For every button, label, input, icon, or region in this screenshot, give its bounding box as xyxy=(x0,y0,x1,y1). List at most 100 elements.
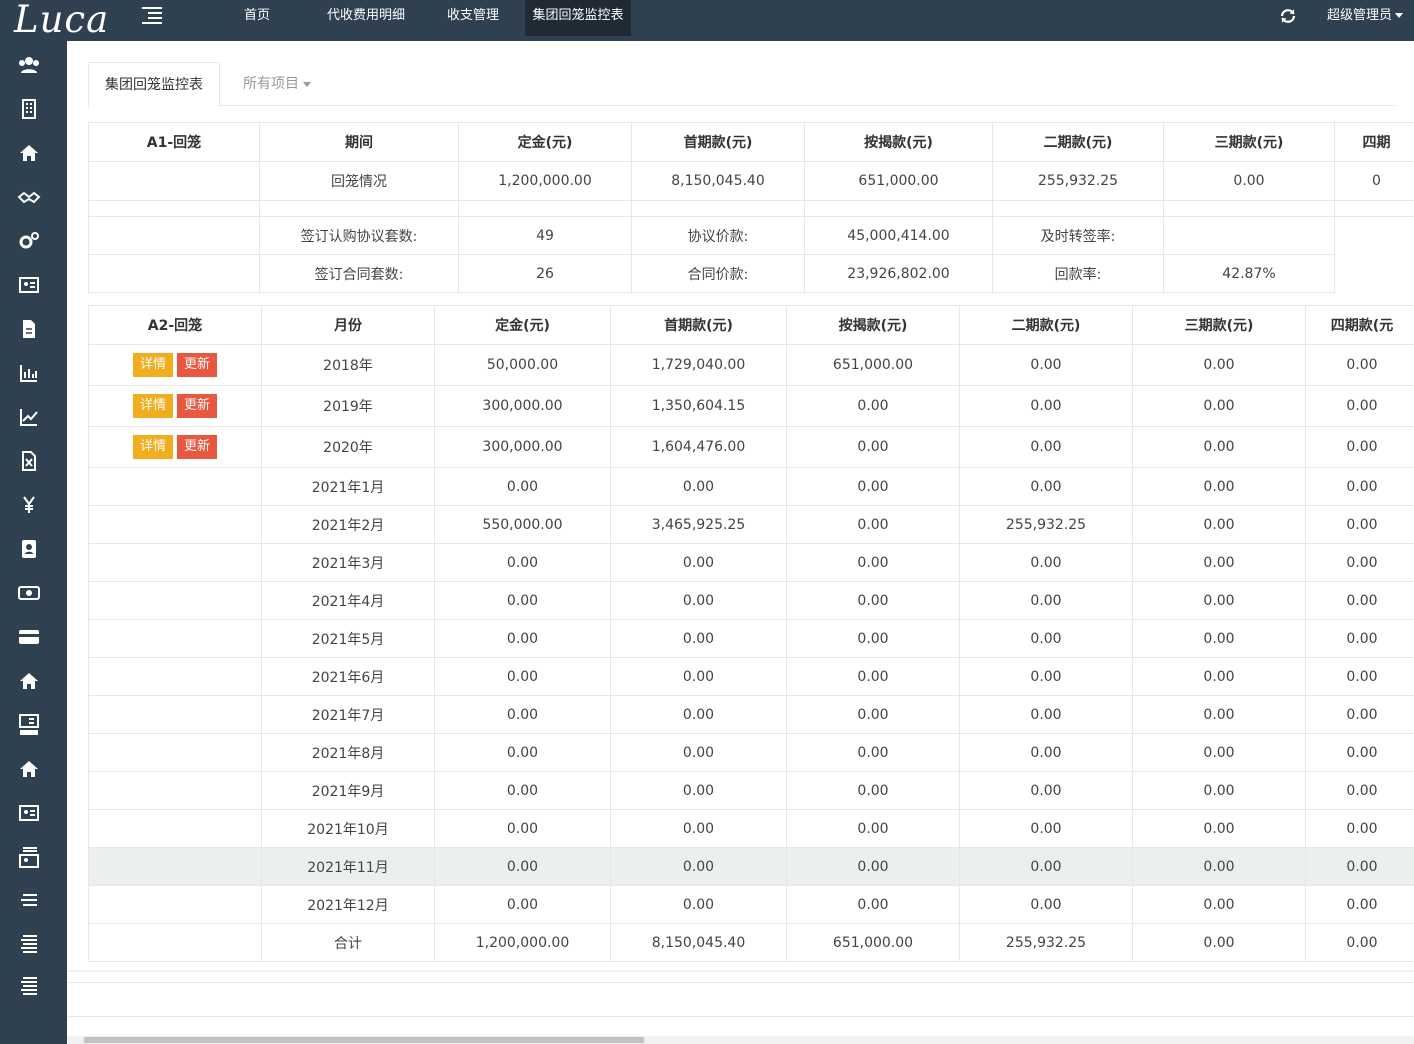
a1-cell xyxy=(88,161,260,201)
yen-icon[interactable] xyxy=(17,493,41,517)
tab-group-monitor[interactable]: 集团回笼监控表 xyxy=(88,62,220,107)
detail-button[interactable]: 详情 xyxy=(132,353,173,377)
amount-cell: 0.00 xyxy=(1305,885,1414,924)
a1-spacer-cell xyxy=(259,200,459,217)
nav-fee-details[interactable]: 代收费用明细 xyxy=(316,0,416,36)
id-card-list-icon[interactable] xyxy=(17,713,41,737)
nav-home[interactable]: 首页 xyxy=(232,0,282,36)
a1-summary-cell xyxy=(88,216,260,255)
update-button[interactable]: 更新 xyxy=(177,435,218,459)
list-lines-icon[interactable] xyxy=(17,933,41,957)
amount-cell: 0.00 xyxy=(959,543,1133,582)
amount-cell: 0.00 xyxy=(786,885,960,924)
building-icon[interactable] xyxy=(17,97,41,121)
tab-bar: 集团回笼监控表 所有项目 xyxy=(88,62,1396,107)
home-icon[interactable] xyxy=(17,669,41,693)
a1-cell: 0 xyxy=(1334,161,1414,201)
amount-cell: 0.00 xyxy=(434,695,611,734)
update-button[interactable]: 更新 xyxy=(177,353,218,377)
file-icon[interactable] xyxy=(17,317,41,341)
amount-cell: 0.00 xyxy=(1305,426,1414,468)
list-icon[interactable] xyxy=(17,889,41,913)
table-row: 详情 更新 2019年 300,000.00 1,350,604.15 0.00 0.00 0… xyxy=(88,385,1414,427)
home-icon[interactable] xyxy=(17,141,41,165)
month-cell: 2021年3月 xyxy=(261,543,435,582)
table-row: 详情 更新 2018年 50,000.00 1,729,040.00 651,000.00… xyxy=(88,344,1414,386)
nav-income-expense[interactable]: 收支管理 xyxy=(438,0,508,36)
amount-cell: 3,465,925.25 xyxy=(610,505,787,544)
row-actions xyxy=(88,657,262,696)
list-card-icon[interactable] xyxy=(17,845,41,869)
tab-all-projects-label: 所有项目 xyxy=(243,76,299,92)
row-actions: 详情 更新 xyxy=(88,426,262,468)
home-icon[interactable] xyxy=(17,757,41,781)
amount-cell: 0.00 xyxy=(1132,771,1306,810)
update-button[interactable]: 更新 xyxy=(177,394,218,418)
amount-cell: 0.00 xyxy=(786,733,960,772)
user-menu[interactable]: 超级管理员 xyxy=(1327,0,1404,32)
row-actions xyxy=(88,885,262,924)
row-actions xyxy=(88,847,262,886)
credit-card-icon[interactable] xyxy=(17,625,41,649)
users-icon[interactable] xyxy=(17,53,41,77)
horizontal-scrollbar[interactable] xyxy=(67,1036,1414,1044)
a1-cell: 1,200,000.00 xyxy=(458,161,632,201)
a2-header-cell: 定金(元) xyxy=(434,305,611,345)
amount-cell: 0.00 xyxy=(1132,467,1306,506)
month-cell: 2021年9月 xyxy=(261,771,435,810)
amount-cell: 0.00 xyxy=(1305,467,1414,506)
a1-empty-cell xyxy=(1334,254,1414,293)
table-row: 2021年8月 0.00 0.00 0.00 0.00 0.00 0.00 xyxy=(88,733,1414,772)
a1-header-cell: 期间 xyxy=(259,122,459,162)
id-card-icon[interactable] xyxy=(17,273,41,297)
a1-summary-cell: 23,926,802.00 xyxy=(804,254,993,293)
amount-cell: 1,604,476.00 xyxy=(610,426,787,468)
table-row: 2021年10月 0.00 0.00 0.00 0.00 0.00 0.00 xyxy=(88,809,1414,848)
amount-cell: 0.00 xyxy=(959,771,1133,810)
list-lines-icon[interactable] xyxy=(17,975,41,999)
amount-cell: 0.00 xyxy=(1305,809,1414,848)
sidebar xyxy=(0,41,67,1044)
row-actions xyxy=(88,543,262,582)
detail-button[interactable]: 详情 xyxy=(132,435,173,459)
amount-cell: 0.00 xyxy=(1132,695,1306,734)
refresh-icon[interactable] xyxy=(1279,7,1297,25)
amount-cell: 0.00 xyxy=(786,847,960,886)
amount-cell: 0.00 xyxy=(786,385,960,427)
month-cell: 2021年5月 xyxy=(261,619,435,658)
tab-all-projects[interactable]: 所有项目 xyxy=(227,62,327,106)
line-chart-icon[interactable] xyxy=(17,405,41,429)
address-book-icon[interactable] xyxy=(17,537,41,561)
a2-header-cell: A2-回笼 xyxy=(88,305,262,345)
amount-cell: 651,000.00 xyxy=(786,344,960,386)
top-navbar: Luca 首页 代收费用明细 收支管理 集团回笼监控表 超级管理员 xyxy=(0,0,1414,41)
amount-cell: 0.00 xyxy=(434,771,611,810)
bar-chart-icon[interactable] xyxy=(17,361,41,385)
handshake-icon[interactable] xyxy=(17,185,41,209)
amount-cell: 0.00 xyxy=(610,581,787,620)
amount-cell: 0.00 xyxy=(610,847,787,886)
amount-cell: 0.00 xyxy=(1132,657,1306,696)
main-content: 集团回笼监控表 所有项目 A1-回笼 期间 定金(元) 首期款(元) 按揭款(元) 二期款… xyxy=(67,41,1414,1044)
amount-cell: 1,200,000.00 xyxy=(434,923,611,962)
table-row: 详情 更新 2020年 300,000.00 1,604,476.00 0.00 0.00 0… xyxy=(88,426,1414,468)
row-actions: 详情 更新 xyxy=(88,385,262,427)
id-card-icon[interactable] xyxy=(17,801,41,825)
detail-button[interactable]: 详情 xyxy=(132,394,173,418)
nav-group-monitor[interactable]: 集团回笼监控表 xyxy=(525,0,631,36)
row-actions xyxy=(88,695,262,734)
row-actions xyxy=(88,809,262,848)
amount-cell: 0.00 xyxy=(1132,505,1306,544)
gears-icon[interactable] xyxy=(17,229,41,253)
table-row: 2021年9月 0.00 0.00 0.00 0.00 0.00 0.00 xyxy=(88,771,1414,810)
amount-cell: 0.00 xyxy=(1305,733,1414,772)
menu-toggle-icon[interactable] xyxy=(142,7,162,24)
amount-cell: 0.00 xyxy=(610,467,787,506)
scrollbar-thumb[interactable] xyxy=(84,1037,644,1043)
money-icon[interactable] xyxy=(17,581,41,605)
amount-cell: 0.00 xyxy=(1132,581,1306,620)
a1-summary-cell: 签订认购协议套数: xyxy=(259,216,459,255)
amount-cell: 0.00 xyxy=(1132,619,1306,658)
amount-cell: 0.00 xyxy=(959,847,1133,886)
excel-file-icon[interactable] xyxy=(17,449,41,473)
